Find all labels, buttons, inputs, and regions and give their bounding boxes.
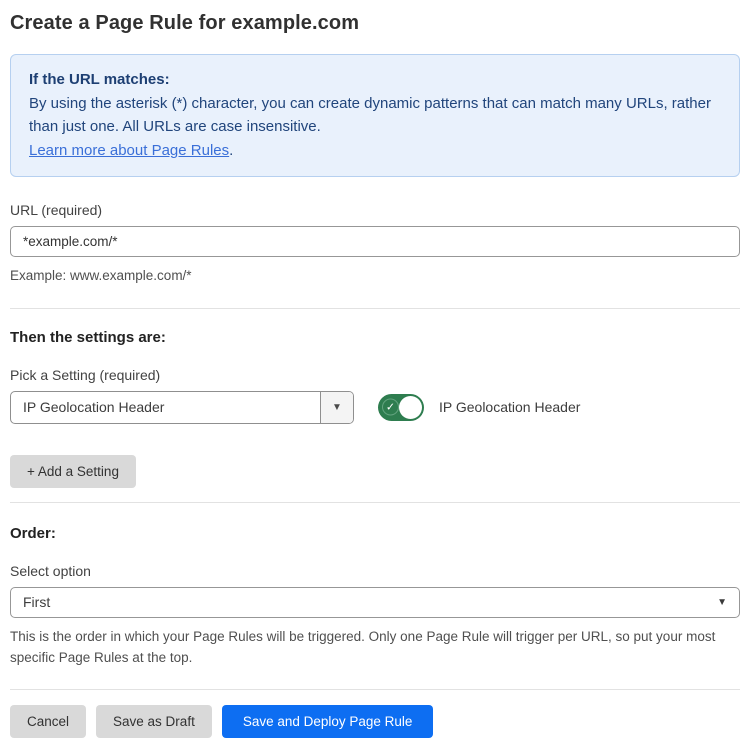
cancel-button[interactable]: Cancel <box>10 705 86 738</box>
order-select-label: Select option <box>10 563 740 579</box>
setting-dropdown[interactable]: IP Geolocation Header ▼ <box>10 391 354 424</box>
chevron-down-icon[interactable]: ▼ <box>320 392 353 423</box>
pick-setting-label: Pick a Setting (required) <box>10 367 740 383</box>
url-field-label: URL (required) <box>10 202 740 218</box>
create-page-rule-form: Create a Page Rule for example.com If th… <box>0 0 750 687</box>
save-deploy-button[interactable]: Save and Deploy Page Rule <box>222 705 434 738</box>
setting-row: IP Geolocation Header ▼ ✓ IP Geolocation… <box>10 391 740 424</box>
url-field-group: URL (required) Example: www.example.com/… <box>10 202 740 287</box>
info-box-link-line: Learn more about Page Rules. <box>29 139 721 163</box>
order-heading: Order: <box>10 525 740 542</box>
order-select-value: First <box>23 594 50 610</box>
url-input[interactable] <box>10 226 740 257</box>
settings-heading: Then the settings are: <box>10 329 740 346</box>
settings-section: Then the settings are: Pick a Setting (r… <box>10 329 740 488</box>
toggle-knob <box>399 396 422 419</box>
check-icon: ✓ <box>382 399 399 416</box>
add-setting-button[interactable]: + Add a Setting <box>10 455 136 488</box>
link-period: . <box>229 142 233 159</box>
toggle-label: IP Geolocation Header <box>439 399 580 415</box>
divider <box>10 308 740 309</box>
order-select[interactable]: First ▼ <box>10 587 740 618</box>
url-match-info-box: If the URL matches: By using the asteris… <box>10 54 740 177</box>
learn-more-link[interactable]: Learn more about Page Rules <box>29 142 229 159</box>
url-example-text: Example: www.example.com/* <box>10 265 740 287</box>
setting-dropdown-value: IP Geolocation Header <box>11 392 320 423</box>
info-box-body: By using the asterisk (*) character, you… <box>29 92 721 139</box>
order-description: This is the order in which your Page Rul… <box>10 626 740 669</box>
ip-geolocation-toggle[interactable]: ✓ <box>378 394 424 421</box>
caret-down-icon: ▼ <box>717 597 727 608</box>
order-section: Order: Select option First ▼ This is the… <box>10 525 740 669</box>
divider <box>10 689 740 690</box>
save-draft-button[interactable]: Save as Draft <box>96 705 212 738</box>
divider <box>10 502 740 503</box>
page-title: Create a Page Rule for example.com <box>10 12 740 35</box>
form-actions: Cancel Save as Draft Save and Deploy Pag… <box>10 705 740 738</box>
info-box-heading: If the URL matches: <box>29 68 721 92</box>
